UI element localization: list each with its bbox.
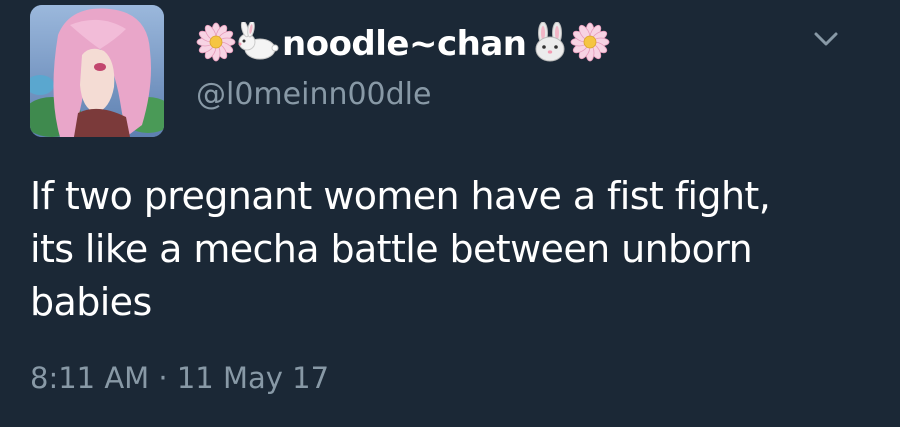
chevron-down-icon[interactable] [806,22,846,56]
tweet-text-line: babies [30,280,152,324]
avatar[interactable] [30,5,164,137]
user-handle[interactable]: @l0meinn00dle [196,80,431,110]
tweet-text-line: If two pregnant women have a fist fight, [30,174,771,218]
tweet-text-line: its like a mecha battle between unborn [30,227,753,271]
tweet-text: If two pregnant women have a fist fight,… [30,170,880,329]
display-name[interactable]: noodle~chan [282,27,527,61]
tweet-header: noodle~chan [196,14,610,74]
rabbit-face-icon [530,21,570,66]
rabbit-icon [236,20,280,66]
flower-icon [196,22,236,66]
flower-icon [570,22,610,66]
tweet-card: noodle~chan @l0meinn00dle If two pregnan… [0,0,900,427]
timestamp[interactable]: 8:11 AM · 11 May 17 [30,364,329,393]
avatar-image [30,5,164,137]
